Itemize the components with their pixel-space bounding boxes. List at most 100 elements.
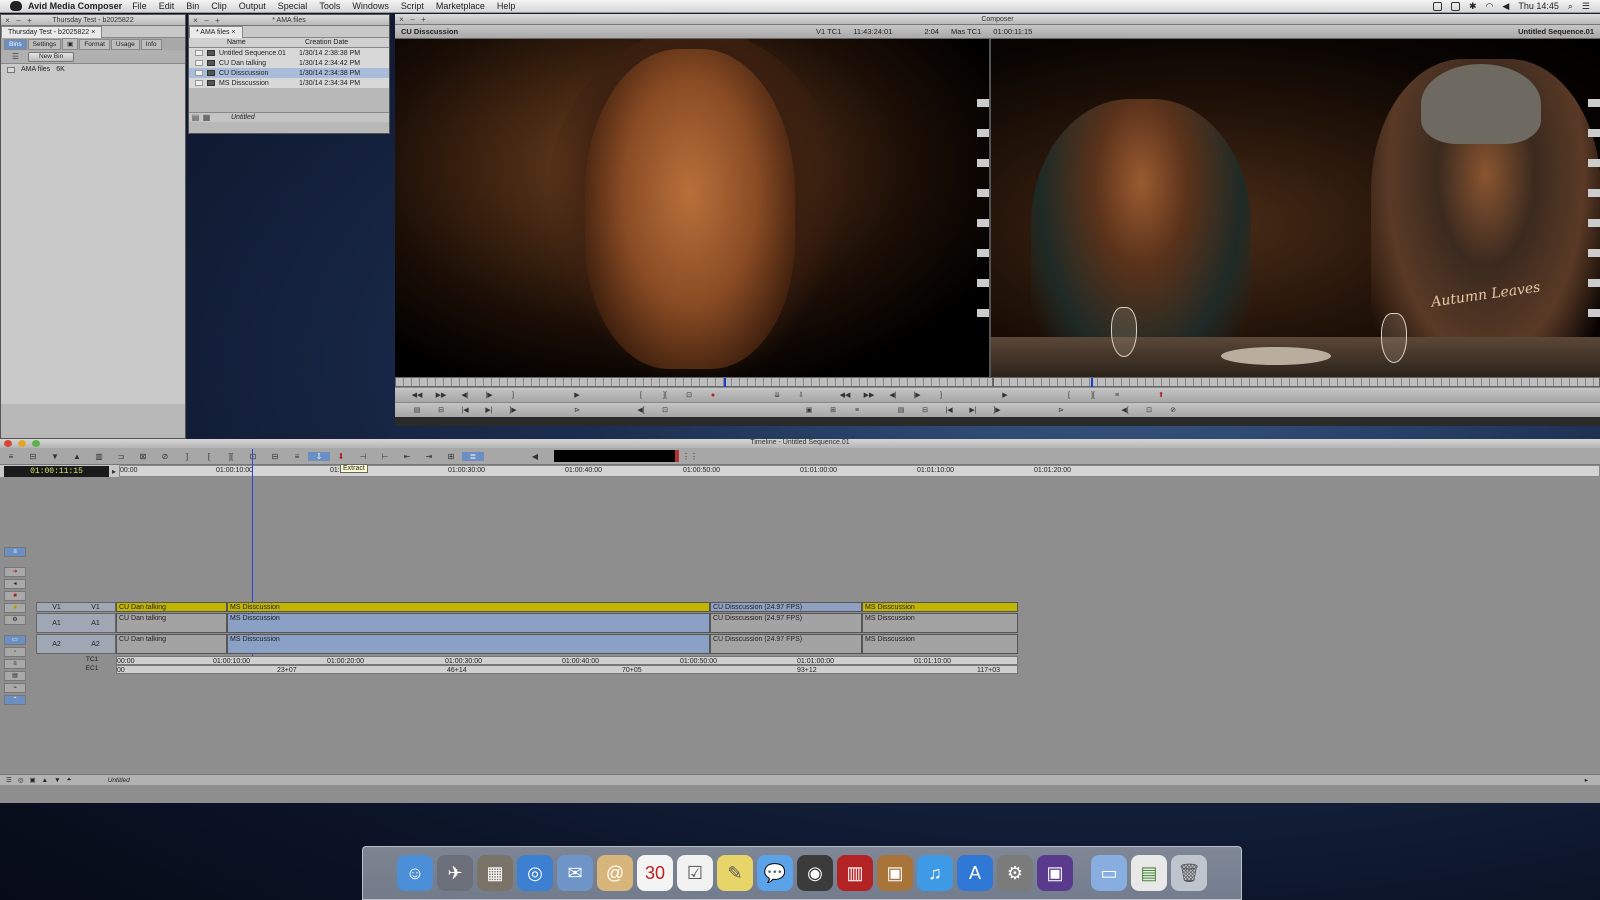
mark-clip-icon[interactable]: ⊡ [242, 452, 264, 461]
contacts-icon[interactable]: @ [597, 855, 633, 891]
timeline-clip[interactable]: MS Disscussion [227, 613, 710, 633]
step-forward-icon[interactable]: ⇥ [418, 452, 440, 461]
monitor-icon[interactable]: ▭ [4, 635, 26, 645]
zoom-icon[interactable]: + [213, 16, 222, 25]
zoom-icon[interactable]: + [25, 16, 34, 25]
scrollbar[interactable]: ▸ [1585, 776, 1588, 784]
source-clip-menu[interactable]: CU Disscussion [395, 27, 555, 36]
source-position-indicator[interactable] [723, 378, 726, 387]
project-tab[interactable]: Thursday Test - b2025822 × [1, 25, 103, 38]
overwrite-icon[interactable]: ⊐ [110, 452, 132, 461]
timecode-menu-icon[interactable]: ▸ [109, 467, 119, 476]
record-icon[interactable]: ⬇ [330, 452, 352, 461]
mail-icon[interactable]: ✉ [557, 855, 593, 891]
play-in-to-out-button[interactable]: ⊳ [565, 406, 589, 414]
step-back-icon[interactable]: ⇤ [396, 452, 418, 461]
record-monitor[interactable]: Autumn Leaves [991, 39, 1600, 377]
play-button[interactable]: ▶ [565, 391, 589, 399]
video-quality-icon[interactable]: ▫ [4, 647, 26, 657]
menu-marketplace[interactable]: Marketplace [436, 1, 485, 11]
audio-monitor-icon[interactable]: ◀ [524, 452, 546, 461]
trim-button[interactable]: ▤ [405, 406, 429, 414]
avid-icon[interactable]: ▣ [1037, 855, 1073, 891]
audio-data-icon[interactable]: ▲ [42, 777, 48, 784]
lift-icon[interactable]: ▲ [66, 452, 88, 461]
add-edit-button[interactable]: ◀[ [629, 406, 653, 414]
menu-special[interactable]: Special [278, 1, 308, 11]
iphoto-icon[interactable]: ▣ [877, 855, 913, 891]
timeline-clip[interactable]: MS Disscussion [227, 634, 710, 654]
mark-in-out-button[interactable]: ]▶ [501, 406, 525, 414]
menubar-clock[interactable]: Thu 14:45 [1518, 1, 1559, 11]
monitor-view-button[interactable]: ⊞ [821, 406, 845, 414]
row-checkbox[interactable] [195, 60, 203, 66]
system-preferences-icon[interactable]: ⚙ [997, 855, 1033, 891]
step-back-button[interactable]: ◀| [881, 391, 905, 399]
mark-clip-button[interactable]: ⊡ [677, 391, 701, 399]
tab-usage[interactable]: Usage [110, 38, 140, 50]
toggle-source-record-icon[interactable]: ≡ [4, 547, 26, 557]
record-marker-button[interactable]: ● [701, 392, 725, 399]
expand-icon[interactable]: ⏶ [67, 776, 72, 784]
timeline-clip[interactable]: MS Disscussion [227, 602, 710, 612]
render-icon[interactable]: ▣ [30, 776, 36, 784]
mark-in-button[interactable]: [ [1057, 392, 1081, 399]
tab-format-icon[interactable]: ▣ [62, 38, 79, 50]
safari-icon[interactable]: ◎ [517, 855, 553, 891]
link-button[interactable]: ⊟ [913, 406, 937, 414]
track-color-icon[interactable]: ▤ [4, 671, 26, 681]
row-checkbox[interactable] [195, 50, 203, 56]
link-icon[interactable]: ⊟ [22, 452, 44, 461]
app-menu[interactable]: Avid Media Composer [28, 1, 122, 11]
itunes-icon[interactable]: ♫ [917, 855, 953, 891]
track-size-icon[interactable]: ≡ [4, 659, 26, 669]
menu-script[interactable]: Script [401, 1, 424, 11]
play-button[interactable]: ▶ [993, 391, 1017, 399]
photo-booth-icon[interactable]: ▦ [477, 855, 513, 891]
settings-icon[interactable]: ⚙ [4, 615, 26, 625]
sync-icon[interactable]: ▼ [44, 452, 66, 461]
fast-forward-button[interactable]: ▶▶ [429, 391, 453, 399]
launchpad-icon[interactable]: ✈ [437, 855, 473, 891]
trim-right-icon[interactable]: ⊢ [374, 452, 396, 461]
notification-center-icon[interactable]: ☰ [1582, 1, 1590, 12]
trash-icon[interactable]: 🗑 [1171, 855, 1207, 891]
record-icon[interactable]: ■ [4, 591, 26, 601]
track-view-icon[interactable]: ▼ [54, 777, 60, 784]
toggle-source-button[interactable]: ▣ [797, 406, 821, 414]
track-header-a1[interactable]: A1 A1 [36, 613, 116, 633]
record-position-bar[interactable] [993, 377, 1600, 387]
track-header-a2[interactable]: A2 A2 [36, 634, 116, 654]
close-icon[interactable]: × [191, 16, 200, 25]
scale-icon[interactable]: ⋮⋮ [679, 452, 701, 461]
time-machine-icon[interactable] [1451, 1, 1461, 11]
menu-help[interactable]: Help [497, 1, 516, 11]
replace-button[interactable]: ⊡ [653, 406, 677, 414]
step-forward-button[interactable]: |▶ [905, 391, 929, 399]
document-icon[interactable]: ▤ [1131, 855, 1167, 891]
go-to-in-button[interactable]: |◀ [937, 406, 961, 414]
audio-icon[interactable]: ◂ [4, 579, 26, 589]
replace-button[interactable]: ⊡ [1137, 406, 1161, 414]
column-header-date[interactable]: Creation Date [303, 39, 383, 46]
bin-view-icon[interactable]: ▤ [191, 113, 200, 122]
source-position-bar[interactable] [395, 377, 993, 387]
focus-icon[interactable]: ⊞ [440, 452, 462, 461]
clear-marks-button[interactable]: ][ [1081, 392, 1105, 399]
marker-icon[interactable]: ■ [4, 603, 26, 613]
mark-out-button[interactable]: ] [501, 392, 525, 399]
step-forward-button[interactable]: |▶ [477, 391, 501, 399]
menu-clip[interactable]: Clip [211, 1, 227, 11]
volume-icon[interactable]: ◀ [1502, 1, 1509, 12]
clear-marks-button[interactable]: ][ [653, 392, 677, 399]
tab-bins[interactable]: Bins [4, 38, 27, 50]
status-icon[interactable] [1433, 1, 1443, 11]
messages-icon[interactable]: 💬 [757, 855, 793, 891]
arrow-icon[interactable]: ➜ [4, 567, 26, 577]
spotlight-icon[interactable]: ⌕ [1568, 1, 1573, 12]
bin-menu-icon[interactable]: ☰ [11, 52, 20, 61]
fast-forward-button[interactable]: ▶▶ [857, 391, 881, 399]
timeline-menu-icon[interactable]: ☰ [6, 776, 12, 784]
mark-in-icon[interactable]: ] [176, 452, 198, 461]
tab-format[interactable]: Format [79, 38, 110, 50]
